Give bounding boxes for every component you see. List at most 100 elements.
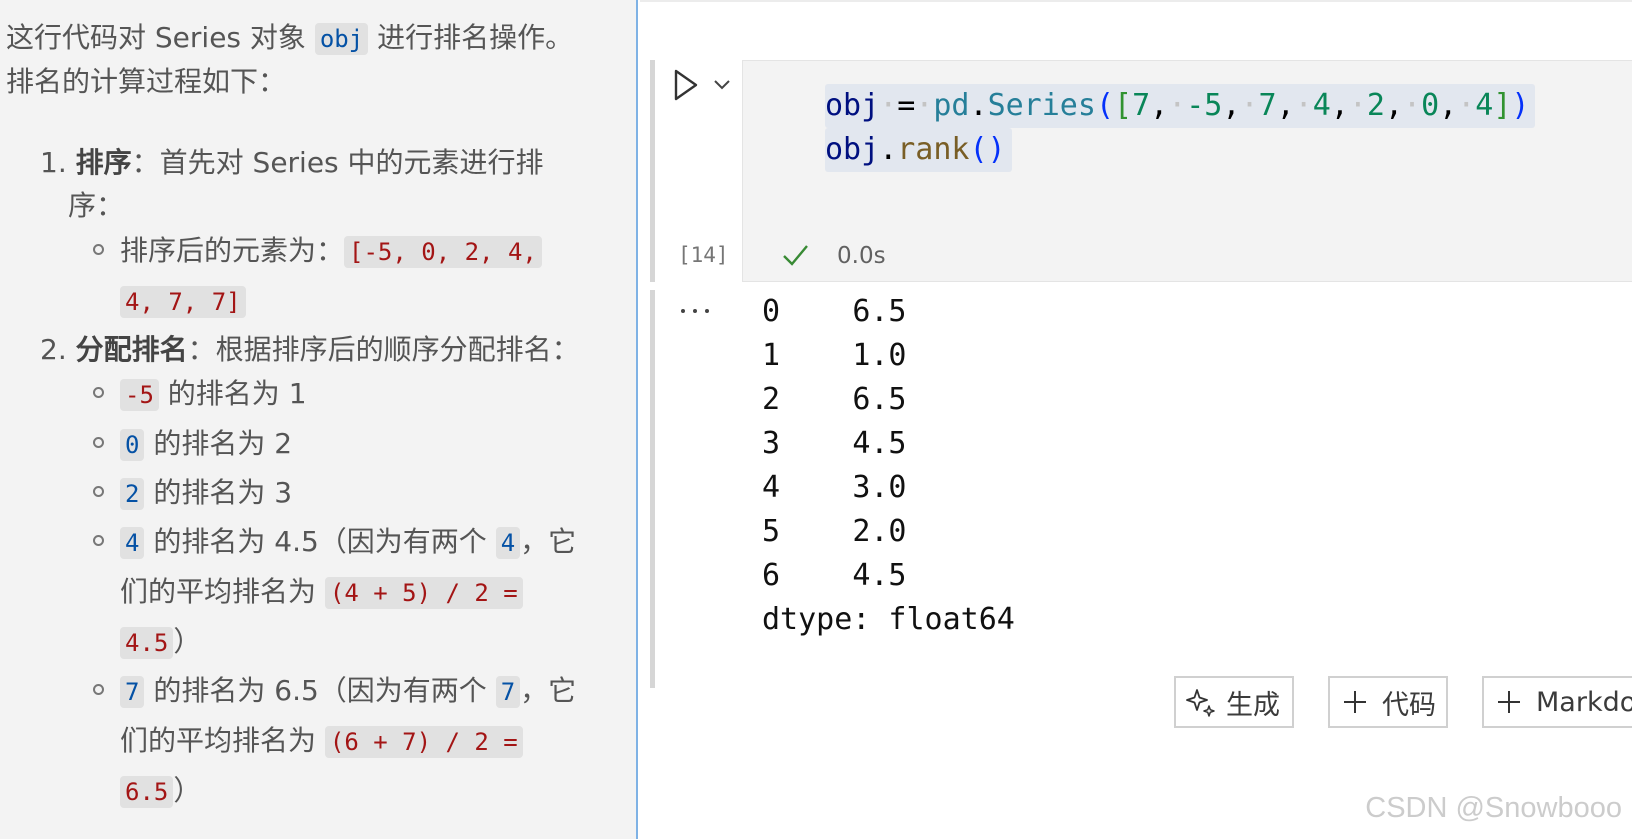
rank-item: -5 的排名为 1 [120, 374, 307, 414]
output-index: 5 [762, 514, 781, 549]
formula-code: (6 + 7) / 2 = [324, 726, 523, 758]
step-1-text-cont: 序： [68, 189, 125, 222]
rank-item-code: 4 [120, 527, 145, 559]
intro-text-end: 进行排名操作。 [368, 21, 574, 54]
output-value: 4.5 [852, 426, 907, 461]
rank-item-code: 2 [120, 478, 145, 510]
rank-item-code: -5 [120, 379, 159, 411]
output-row: 3 4.5 [762, 424, 907, 464]
intro-text: 这行代码对 Series 对象 [6, 21, 315, 54]
code-token: Series [987, 88, 1096, 123]
bullet-icon [93, 486, 104, 497]
rank-item-cont: 们的平均排名为 (4 + 5) / 2 = [120, 572, 523, 612]
plus-icon [1498, 691, 1520, 713]
rank-item: 2 的排名为 3 [120, 473, 292, 513]
step-2-text: ：根据排序后的顺序分配排名： [187, 333, 580, 366]
rank-item-cont: 6.5） [120, 771, 201, 811]
sorted-code: [-5, 0, 2, 4, [344, 236, 542, 268]
rank-item-text: ，它 [520, 674, 577, 707]
code-token: 4 [1475, 88, 1494, 123]
bullet-icon [93, 387, 104, 398]
rank-item-text: ，它 [520, 525, 577, 558]
watermark: CSDN @Snowbooo [1365, 792, 1622, 824]
output-index: 6 [762, 558, 781, 593]
play-icon[interactable] [672, 68, 700, 102]
output-row: 4 3.0 [762, 468, 907, 508]
rank-item-code: 7 [495, 676, 521, 708]
rank-item: 7 的排名为 6.5（因为有两个 7 ，它 [120, 671, 576, 711]
output-index: 4 [762, 470, 781, 505]
code-token: 2 [1366, 88, 1385, 123]
rank-item-code: 7 [120, 676, 145, 708]
step-2-heading: 2. 分配排名：根据排序后的顺序分配排名： [40, 330, 580, 370]
output-row: 1 1.0 [762, 336, 907, 376]
rank-item-text: 的排名为 1 [158, 377, 307, 410]
code-token: rank [897, 132, 970, 167]
sorted-elements-line: 排序后的元素为： [-5, 0, 2, 4, [120, 231, 542, 271]
rank-item-text: 的排名为 4.5（因为有两个 [144, 525, 496, 558]
output-index: 3 [762, 426, 781, 461]
bullet-icon [93, 244, 104, 255]
code-line-1[interactable]: obj·=·pd.Series([7,·-5,·7,·4,·2,·0,·4]) [825, 84, 1536, 128]
generate-button[interactable]: 生成 [1174, 676, 1294, 728]
code-token: pd [933, 88, 970, 123]
more-horizontal-icon[interactable] [678, 305, 712, 317]
rank-item-cont: 们的平均排名为 (6 + 7) / 2 = [120, 721, 523, 761]
execution-count: [14] [678, 243, 729, 267]
generate-button-label: 生成 [1226, 689, 1280, 721]
step-2-title: 分配排名 [75, 333, 188, 366]
rank-item-text: 们的平均排名为 [120, 724, 325, 757]
output-row: 6 4.5 [762, 556, 907, 596]
output-index: 0 [762, 294, 781, 329]
rank-item-code: 4 [495, 527, 521, 559]
rank-item-text: ） [173, 774, 202, 807]
sorted-label: 排序后的元素为： [120, 234, 345, 267]
chevron-down-icon[interactable] [712, 74, 732, 94]
output-value: 1.0 [852, 338, 907, 373]
output-row: 2 6.5 [762, 380, 907, 420]
step-1-heading: 1. 排序：首先对 Series 中的元素进行排 [40, 143, 544, 183]
intro-line-2: 排名的计算过程如下： [6, 65, 287, 98]
code-token: obj [825, 132, 880, 167]
code-line-2[interactable]: obj.rank() [825, 128, 1012, 172]
step-1-title: 排序 [75, 146, 132, 179]
add-code-cell-label: 代码 [1382, 689, 1436, 721]
rank-item: 4 的排名为 4.5（因为有两个 4 ，它 [120, 522, 576, 562]
add-code-cell-button[interactable]: 代码 [1328, 676, 1448, 728]
code-token: 0 [1421, 88, 1440, 123]
formula-code: 6.5 [120, 776, 174, 808]
code-token: () [969, 132, 1006, 167]
output-index: 2 [762, 382, 781, 417]
output-value: 6.5 [852, 382, 907, 417]
cell-focus-indicator[interactable] [650, 60, 655, 282]
output-value: 6.5 [852, 294, 907, 329]
output-dtype: dtype: float64 [762, 602, 1015, 637]
plus-icon [1344, 691, 1366, 713]
intro-line: 这行代码对 Series 对象 obj 进行排名操作。 [6, 18, 573, 58]
rank-item-text: 的排名为 6.5（因为有两个 [144, 674, 496, 707]
formula-code: 4.5 [120, 627, 174, 659]
rank-item: 0 的排名为 2 [120, 424, 292, 464]
step-2-number: 2. [40, 333, 67, 366]
bullet-icon [93, 684, 104, 695]
code-token: . [969, 88, 988, 123]
output-focus-indicator[interactable] [650, 290, 655, 688]
add-markdown-cell-button[interactable]: Markdown [1482, 676, 1632, 728]
code-token: obj [825, 88, 880, 123]
code-token: 4 [1312, 88, 1331, 123]
code-token: . [879, 132, 898, 167]
rank-item-text: 的排名为 3 [144, 476, 293, 509]
bullet-icon [93, 535, 104, 546]
rank-item-cont: 4.5） [120, 622, 201, 662]
sorted-elements-cont: 4, 7, 7] [120, 281, 246, 321]
formula-code: (4 + 5) / 2 = [324, 577, 523, 609]
output-value: 4.5 [852, 558, 907, 593]
output-row: 0 6.5 [762, 292, 907, 332]
sparkle-icon [1186, 689, 1215, 717]
code-token: 7 [1132, 88, 1151, 123]
code-token: 7 [1258, 88, 1277, 123]
output-value: 3.0 [852, 470, 907, 505]
code-token: = [897, 88, 916, 123]
checkmark-icon [783, 245, 808, 266]
step-1-number: 1. [40, 146, 67, 179]
